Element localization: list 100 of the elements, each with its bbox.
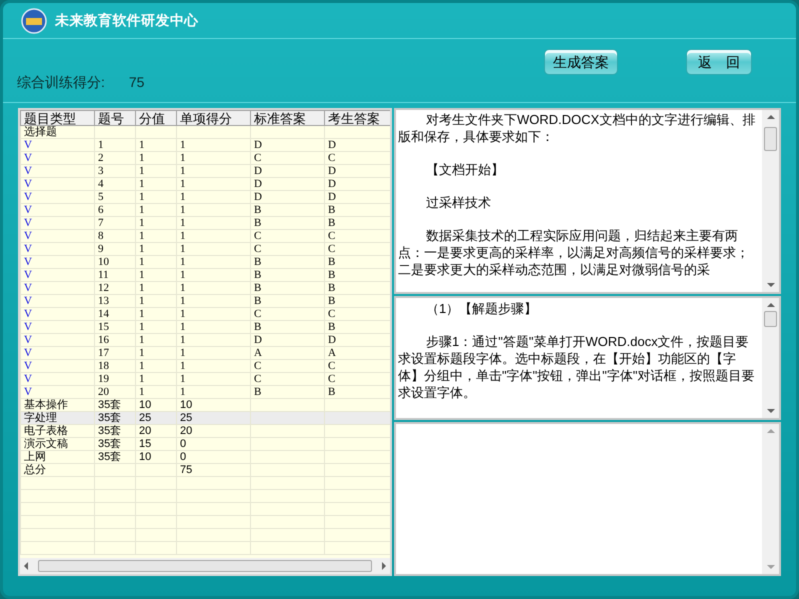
table-row[interactable]: V 2 1 1 C C xyxy=(20,152,390,164)
table-cell: 1 xyxy=(180,138,186,150)
table-cell: 20 xyxy=(139,424,152,436)
table-row[interactable]: 选择题 xyxy=(20,126,390,138)
horizontal-scrollbar[interactable] xyxy=(20,558,390,574)
table-row[interactable]: V 20 1 1 B B xyxy=(20,386,390,398)
table-row[interactable]: V 10 1 1 B B xyxy=(20,256,390,268)
table-row[interactable]: V 3 1 1 D D xyxy=(20,164,390,178)
table-row[interactable]: V 13 1 1 B B xyxy=(20,294,390,308)
table-row[interactable]: 电子表格 35套 20 20 xyxy=(20,424,390,438)
table-row[interactable]: V 16 1 1 D D xyxy=(20,334,390,346)
scroll-up-icon[interactable] xyxy=(766,428,774,433)
scroll-up-icon[interactable] xyxy=(766,302,774,307)
selected-row[interactable]: 字处理 35套 25 25 xyxy=(20,412,390,424)
column-header[interactable]: 题号 xyxy=(94,110,136,126)
table-cell: 演示文稿 xyxy=(24,438,68,450)
table-cell: 上网 xyxy=(24,450,46,462)
table-row[interactable]: 总分 75 xyxy=(20,464,390,476)
table-cell: B xyxy=(328,268,336,280)
table-cell: V xyxy=(24,294,32,306)
table-cell: 1 xyxy=(180,334,186,346)
table-cell: C xyxy=(254,242,262,254)
scrollbar-thumb[interactable] xyxy=(764,127,777,151)
vertical-scrollbar[interactable] xyxy=(762,298,779,418)
table-cell: B xyxy=(254,268,262,280)
table-cell: 14 xyxy=(98,308,109,320)
column-header[interactable]: 单项得分 xyxy=(176,110,250,126)
column-header[interactable]: 标准答案 xyxy=(250,110,324,126)
table-cell: D xyxy=(328,138,336,150)
table-row[interactable]: V 7 1 1 B B xyxy=(20,216,390,230)
table-cell: 1 xyxy=(139,320,144,332)
table-cell: 1 xyxy=(139,178,144,190)
table-cell: C xyxy=(254,360,262,372)
table-cell: C xyxy=(328,372,336,384)
table-cell: V xyxy=(24,386,32,398)
table-cell: D xyxy=(254,190,262,202)
table-row[interactable]: V 18 1 1 C C xyxy=(20,360,390,372)
table-row[interactable]: 演示文稿 35套 15 0 xyxy=(20,438,390,450)
logo-icon xyxy=(21,8,47,34)
table-row[interactable]: V 5 1 1 D D xyxy=(20,190,390,204)
table-cell: V xyxy=(24,164,32,176)
table-cell: B xyxy=(254,256,262,268)
scrollbar-thumb[interactable] xyxy=(764,311,777,327)
vertical-scrollbar[interactable] xyxy=(762,424,779,574)
table-cell: 25 xyxy=(139,412,152,424)
table-row[interactable]: V 19 1 1 C C xyxy=(20,372,390,386)
table-cell: 基本操作 xyxy=(24,398,68,410)
table-cell: B xyxy=(254,282,262,294)
table-row[interactable]: V 8 1 1 C C xyxy=(20,230,390,242)
scroll-down-icon[interactable] xyxy=(766,565,774,570)
table-row[interactable]: V 9 1 1 C C xyxy=(20,242,390,256)
table-cell: 1 xyxy=(139,308,144,320)
scroll-right-icon[interactable] xyxy=(381,562,387,570)
scroll-down-icon[interactable] xyxy=(766,283,774,288)
column-header[interactable]: 考生答案 xyxy=(324,110,390,126)
table-row[interactable]: V 4 1 1 D D xyxy=(20,178,390,190)
table-row[interactable]: 上网 35套 10 0 xyxy=(20,450,390,464)
solution-paragraph: 步骤1：通过"答题"菜单打开WORD.docx文件，按题目要求设置标题段字体。选中标题段，在【开始】功能区的【字体】分组中，单击"字体"按钮，弹出"字体"对话框，按照题目要求设置字体。 xyxy=(398,333,756,401)
table-row[interactable]: V 12 1 1 B B xyxy=(20,282,390,294)
table-cell: 1 xyxy=(180,190,186,202)
column-header[interactable]: 题目类型 xyxy=(20,110,94,126)
table-cell: 11 xyxy=(98,268,109,280)
table-row[interactable]: V 14 1 1 C C xyxy=(20,308,390,320)
table-cell: D xyxy=(328,190,336,202)
table-cell: 15 xyxy=(139,438,152,450)
table-cell: 1 xyxy=(180,204,186,216)
vertical-scrollbar[interactable] xyxy=(762,110,779,292)
table-cell: 1 xyxy=(98,138,104,150)
table-cell: 1 xyxy=(180,372,186,384)
table-row[interactable]: V 17 1 1 A A xyxy=(20,346,390,360)
table-row[interactable]: V 11 1 1 B B xyxy=(20,268,390,282)
column-header[interactable]: 分值 xyxy=(136,110,176,126)
score-label: 综合训练得分: xyxy=(17,73,105,92)
scrollbar-thumb[interactable] xyxy=(38,560,372,572)
scroll-left-icon[interactable] xyxy=(23,562,29,570)
table-cell: V xyxy=(24,346,32,358)
table-cell: 选择题 xyxy=(24,126,57,138)
table-cell: 0 xyxy=(180,438,186,450)
action-button[interactable]: 生成答案 xyxy=(544,49,618,75)
action-button[interactable]: 返 回 xyxy=(686,49,752,75)
table-row[interactable]: V 15 1 1 B B xyxy=(20,320,390,334)
table-row[interactable]: V 6 1 1 B B xyxy=(20,204,390,216)
table-cell: 1 xyxy=(180,282,186,294)
question-paragraph: 【文档开始】 xyxy=(425,161,505,178)
table-cell: 1 xyxy=(139,152,144,164)
table-cell: D xyxy=(254,164,262,176)
table-cell: 35套 xyxy=(98,438,122,450)
scroll-down-icon[interactable] xyxy=(766,409,774,414)
table-cell: 16 xyxy=(98,334,109,346)
table-cell: 1 xyxy=(139,268,144,280)
table-cell: 1 xyxy=(139,294,144,306)
table-cell: B xyxy=(254,320,262,332)
table-cell: 17 xyxy=(98,346,109,358)
table-cell: 1 xyxy=(139,216,144,228)
table-cell: V xyxy=(24,216,32,228)
table-cell: C xyxy=(254,230,262,242)
table-row[interactable]: V 1 1 1 D D xyxy=(20,138,390,152)
score-value: 75 xyxy=(128,73,144,92)
table-cell: 1 xyxy=(139,242,144,254)
scroll-up-icon[interactable] xyxy=(766,114,774,119)
